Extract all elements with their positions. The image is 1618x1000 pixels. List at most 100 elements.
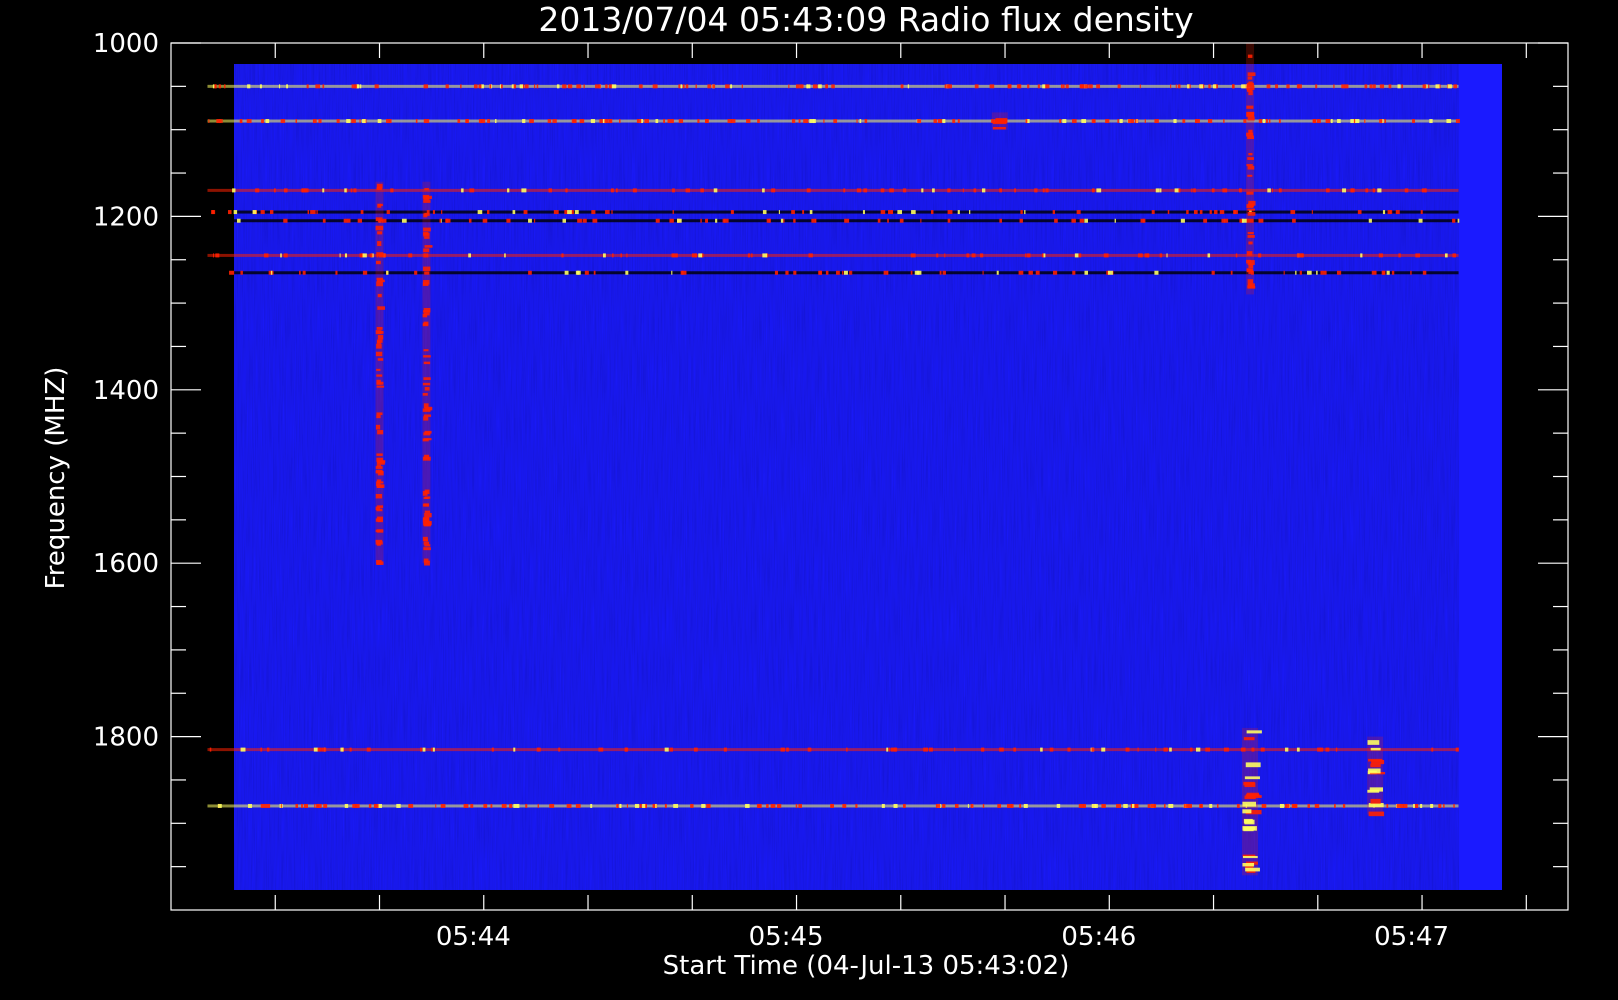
band-speckle — [414, 270, 418, 275]
band-speckle — [1054, 218, 1058, 223]
band-speckle — [1344, 84, 1349, 89]
band-speckle — [473, 84, 478, 89]
band-speckle — [766, 803, 769, 808]
burst-speckle — [376, 464, 381, 468]
band-speckle — [1295, 270, 1297, 275]
band-speckle — [576, 84, 582, 89]
band-speckle — [260, 747, 263, 752]
y-tick-label: 1400 — [93, 376, 159, 406]
band-speckle — [593, 270, 596, 275]
band-speckle — [982, 803, 985, 808]
band-speckle — [460, 84, 462, 89]
burst-speckle — [1247, 279, 1254, 284]
band-speckle — [386, 210, 390, 215]
band-speckle — [664, 747, 669, 752]
burst-speckle — [375, 351, 383, 357]
band-speckle — [1430, 803, 1434, 808]
band-speckle — [1020, 210, 1023, 215]
band-speckle — [584, 270, 589, 275]
band-speckle — [1117, 119, 1119, 124]
band-speckle — [774, 270, 779, 275]
band-speckle — [937, 119, 942, 124]
band-speckle — [639, 84, 643, 89]
band-speckle — [478, 84, 482, 89]
band-speckle — [339, 253, 341, 258]
band-speckle — [598, 747, 604, 752]
band-speckle — [1271, 188, 1273, 193]
band-speckle — [730, 210, 734, 215]
band-speckle — [1211, 270, 1215, 275]
band-speckle — [310, 210, 314, 215]
burst-speckle — [376, 412, 383, 416]
band-speckle — [457, 119, 461, 124]
band-speckle — [1285, 803, 1290, 808]
band-speckle — [1024, 803, 1028, 808]
band-speckle — [1199, 803, 1203, 808]
band-speckle — [1299, 253, 1302, 258]
band-speckle — [209, 747, 212, 752]
band-speckle — [877, 218, 881, 223]
band-speckle — [1065, 84, 1069, 89]
band-speckle — [246, 119, 252, 124]
band-speckle — [483, 803, 488, 808]
band-speckle — [830, 803, 833, 808]
band-speckle — [227, 210, 232, 215]
burst-speckle — [1247, 234, 1255, 238]
spectral-band — [207, 748, 1459, 752]
band-speckle — [911, 210, 916, 215]
band-speckle — [470, 803, 474, 808]
band-speckle — [669, 747, 674, 752]
burst-speckle — [423, 547, 431, 551]
band-speckle — [280, 119, 286, 124]
burst-speckle — [1245, 867, 1260, 872]
x-tick-label: 05:44 — [436, 922, 511, 952]
band-speckle — [562, 84, 567, 89]
band-speckle — [843, 188, 846, 193]
band-speckle — [1136, 119, 1138, 124]
band-speckle — [1371, 270, 1377, 275]
band-speckle — [680, 84, 683, 89]
band-speckle — [1166, 253, 1168, 258]
band-speckle — [1190, 747, 1193, 752]
band-speckle — [565, 188, 568, 193]
band-speckle — [240, 747, 246, 752]
band-speckle — [791, 119, 796, 124]
band-speckle — [690, 803, 694, 808]
band-speckle — [1335, 747, 1338, 752]
band-speckle — [671, 270, 673, 275]
band-speckle — [1043, 253, 1046, 258]
band-speckle — [561, 253, 564, 258]
band-speckle — [432, 747, 435, 752]
spectral-band — [207, 253, 1459, 257]
burst-speckle — [424, 387, 430, 391]
band-speckle — [798, 803, 802, 808]
band-speckle — [1159, 188, 1162, 193]
band-speckle — [954, 747, 956, 752]
band-speckle — [1232, 84, 1235, 89]
band-speckle — [856, 119, 858, 124]
band-speckle — [1379, 84, 1385, 89]
band-speckle — [652, 84, 658, 89]
band-speckle — [1279, 803, 1285, 808]
band-speckle — [1199, 210, 1203, 215]
band-speckle — [260, 210, 265, 215]
burst-speckle — [1243, 826, 1256, 830]
spectrogram-texture — [207, 64, 1459, 890]
band-speckle — [1403, 803, 1408, 808]
band-speckle — [1333, 84, 1335, 89]
band-speckle — [553, 210, 559, 215]
burst-speckle — [423, 541, 430, 545]
burst-speckle — [1243, 737, 1255, 741]
band-speckle — [1395, 210, 1400, 215]
band-speckle — [469, 188, 475, 193]
band-speckle — [809, 119, 815, 124]
band-speckle — [785, 270, 789, 275]
band-speckle — [1049, 747, 1054, 752]
band-speckle — [1239, 218, 1243, 223]
spectral-band — [207, 188, 1459, 192]
band-speckle — [880, 188, 885, 193]
band-speckle — [468, 218, 472, 223]
band-speckle — [599, 119, 603, 124]
band-speckle — [1137, 253, 1143, 258]
band-speckle — [1045, 188, 1049, 193]
